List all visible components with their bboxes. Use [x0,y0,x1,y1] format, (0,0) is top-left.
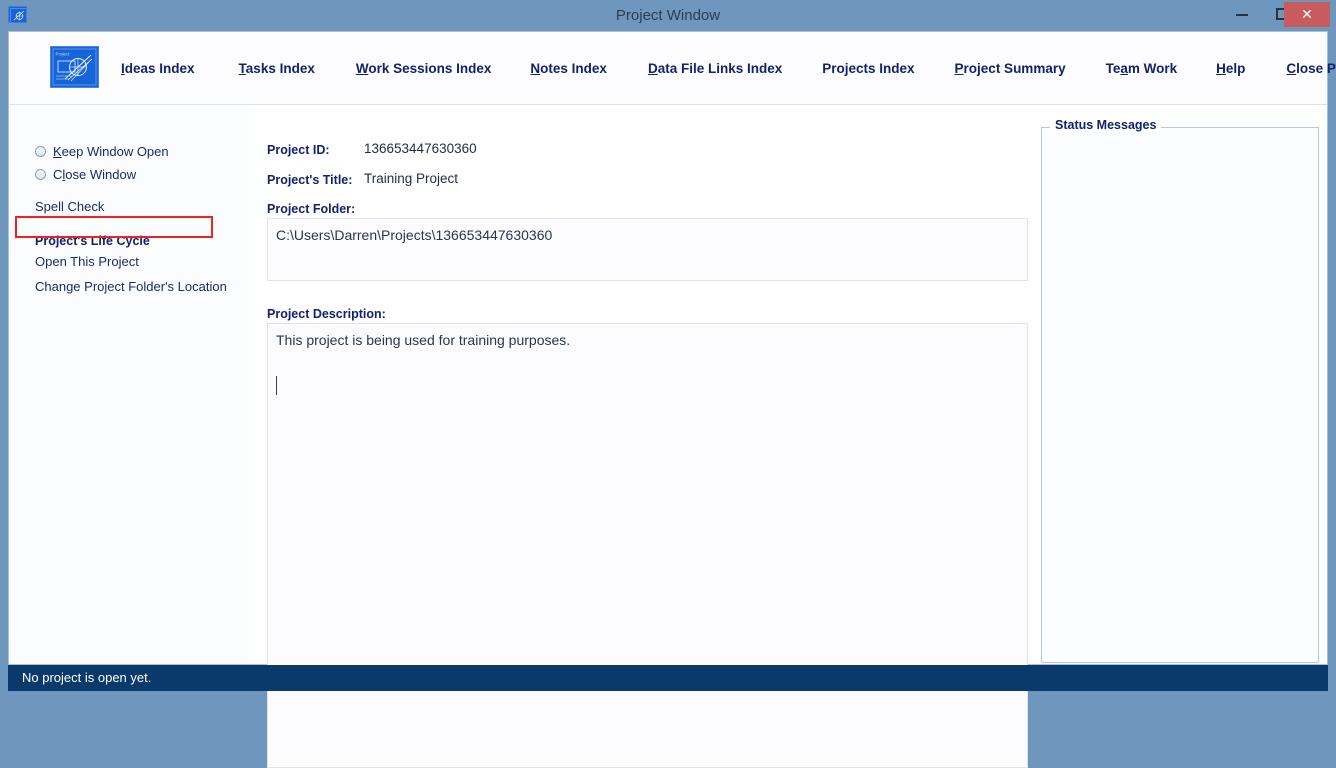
menu-item-data-file-links-index[interactable]: Data File Links Index [646,57,784,80]
project-description-label: Project Description: [267,307,386,321]
project-folder-text: C:\Users\Darren\Projects\136653447630360 [276,227,553,243]
menu-item-team-work[interactable]: Team Work [1104,57,1180,80]
menu-item-project-summary[interactable]: Project Summary [953,57,1068,80]
statusbar-message: No project is open yet. [22,670,152,685]
sidebar-item-change-project-folder-location[interactable]: Change Project Folder's Location [35,279,227,294]
radio-dot-icon [35,145,46,157]
sidebar-item-open-this-project[interactable]: Open This Project [35,254,139,269]
status-messages-group: Status Messages [1041,118,1319,663]
client-area: Project Ideas Index Tasks Index Work Ses… [8,31,1336,768]
highlight-rectangle [15,216,213,238]
project-id-value: 136653447630360 [364,141,477,156]
header: Project Ideas Index Tasks Index Work Ses… [9,32,1336,105]
project-title-value: Training Project [364,171,459,186]
project-folder-field[interactable]: C:\Users\Darren\Projects\136653447630360 [267,218,1028,281]
menu-item-work-sessions-index[interactable]: Work Sessions Index [354,57,494,80]
project-description-field[interactable]: This project is being used for training … [267,323,1028,768]
project-description-text: This project is being used for training … [276,332,571,348]
project-title-label: Project's Title: [267,173,353,187]
close-icon[interactable]: ✕ [1284,2,1330,27]
text-caret [276,376,277,395]
window-title: Project Window [615,7,721,24]
menu-item-help[interactable]: Help [1214,57,1247,80]
status-messages-list[interactable] [1042,144,1318,662]
radio-keep-window-open[interactable]: Keep Window Open [35,142,169,160]
status-messages-legend: Status Messages [1050,118,1162,132]
radio-label: Close Window [53,166,137,182]
main-menu: Ideas Index Tasks Index Work Sessions In… [119,32,1336,105]
sidebar-item-spell-check[interactable]: Spell Check [35,199,104,214]
radio-close-window[interactable]: Close Window [35,165,136,183]
menu-item-tasks-index[interactable]: Tasks Index [237,57,317,80]
main-form: Project ID: 136653447630360 Project's Ti… [249,106,1039,768]
menu-item-ideas-index[interactable]: Ideas Index [119,57,197,80]
radio-dot-icon [35,168,46,180]
project-logo-icon: Project [50,46,99,88]
titlebar: Project Window ✕ [0,0,1336,31]
minimize-icon[interactable] [1222,0,1262,28]
project-id-label: Project ID: [267,143,330,157]
menu-item-notes-index[interactable]: Notes Index [528,57,609,80]
statusbar: No project is open yet. [8,665,1328,691]
svg-text:Project: Project [56,52,71,57]
sidebar: Keep Window Open Close Window Spell Chec… [9,106,249,664]
menu-item-projects-index[interactable]: Projects Index [820,57,916,80]
project-folder-label: Project Folder: [267,202,356,216]
project-window: Project Window ✕ Project Ideas Index Tas… [0,0,1336,768]
radio-label: Keep Window Open [53,143,169,159]
menu-item-close-program[interactable]: Close Program [1284,57,1336,80]
